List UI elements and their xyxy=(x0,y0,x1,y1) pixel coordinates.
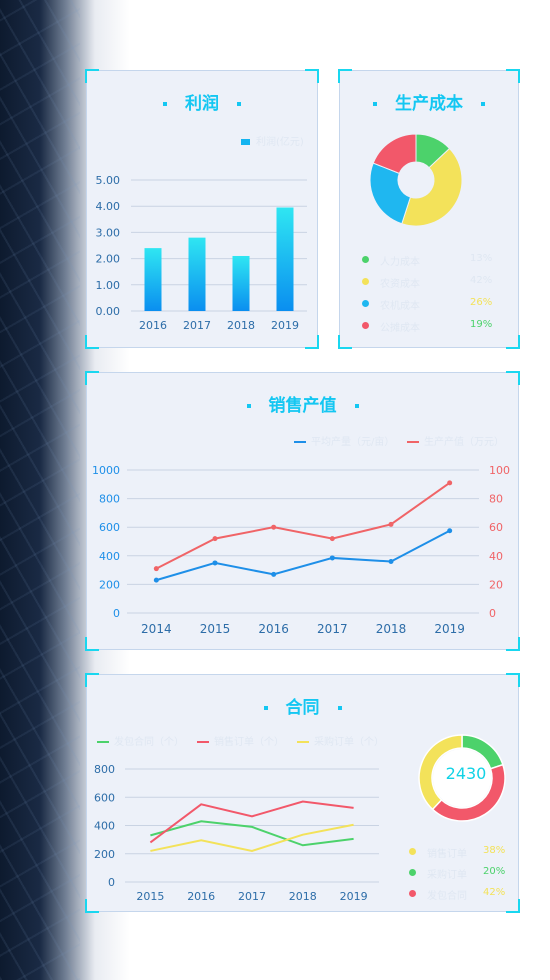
y-left-tick-label: 800 xyxy=(99,493,120,506)
contract-label: 采购订单 xyxy=(427,870,467,881)
y-right-tick-label: 40 xyxy=(489,550,503,563)
cost-percent: 42% xyxy=(470,275,493,286)
donut-total: 2430 xyxy=(445,764,487,783)
x-tick-label: 2017 xyxy=(238,890,266,903)
y-tick-label: 5.00 xyxy=(96,174,121,187)
corner-decoration xyxy=(506,69,520,83)
y-tick-label: 3.00 xyxy=(96,226,121,239)
data-point xyxy=(447,528,453,534)
x-tick-label: 2019 xyxy=(340,890,368,903)
data-point xyxy=(271,571,277,577)
contract-percent: 20% xyxy=(483,866,506,877)
x-tick-label: 2018 xyxy=(376,622,407,636)
data-point xyxy=(153,566,159,572)
legend-dot-icon xyxy=(362,300,369,307)
series-line xyxy=(149,800,354,844)
y-left-tick-label: 0 xyxy=(113,607,120,620)
y-tick-label: 4.00 xyxy=(96,200,121,213)
x-tick-label: 2018 xyxy=(227,319,255,332)
contract-percent: 42% xyxy=(483,887,506,898)
data-point xyxy=(388,521,394,527)
y-left-tick-label: 1000 xyxy=(92,464,120,477)
y-right-tick-label: 60 xyxy=(489,521,503,534)
x-tick-label: 2016 xyxy=(258,622,289,636)
cost-percent: 26% xyxy=(470,297,493,308)
data-point xyxy=(153,577,159,583)
contract-label: 发包合同 xyxy=(427,891,467,902)
x-tick-label: 2016 xyxy=(139,319,167,332)
x-tick-label: 2018 xyxy=(289,890,317,903)
corner-decoration xyxy=(506,899,520,913)
y-tick-label: 200 xyxy=(94,848,115,861)
bar xyxy=(232,255,250,311)
x-tick-label: 2016 xyxy=(187,890,215,903)
cost-percent: 19% xyxy=(470,319,493,330)
y-tick-label: 800 xyxy=(94,763,115,776)
data-point xyxy=(447,480,453,486)
panel-title: 生产成本 xyxy=(340,89,518,114)
data-point xyxy=(212,560,218,566)
title-dot-icon xyxy=(481,102,485,106)
series-line xyxy=(150,820,354,847)
y-right-tick-label: 80 xyxy=(489,493,503,506)
y-tick-label: 600 xyxy=(94,791,115,804)
y-tick-label: 2.00 xyxy=(96,253,121,266)
x-tick-label: 2017 xyxy=(183,319,211,332)
cost-panel: 生产成本 人力成本 13% 农资成本 42% 农机成本 26% 公摊成本 19% xyxy=(338,69,520,349)
data-point xyxy=(329,555,335,561)
y-tick-label: 400 xyxy=(94,820,115,833)
x-tick-label: 2019 xyxy=(271,319,299,332)
series-line xyxy=(150,823,354,852)
profit-bar-chart: 0.00 1.00 2.00 3.00 4.00 5.00 2016 2017 2018 2019 xyxy=(96,174,307,332)
y-left-tick-label: 600 xyxy=(99,521,120,534)
data-point xyxy=(212,536,218,542)
cost-label: 农资成本 xyxy=(380,279,420,290)
background-map xyxy=(0,0,80,980)
x-tick-label: 2014 xyxy=(141,622,172,636)
corner-decoration xyxy=(338,335,352,349)
title-dot-icon xyxy=(373,102,377,106)
sales-panel: 销售产值 平均产量（元/亩） 生产产值（万元） 0 0 200 20 400 40 600 6… xyxy=(85,371,520,651)
legend-dot-icon xyxy=(362,322,369,329)
cost-title: 生产成本 xyxy=(395,94,463,114)
y-tick-label: 0.00 xyxy=(96,305,121,318)
y-tick-label: 0 xyxy=(108,876,115,889)
cost-pie-chart xyxy=(369,133,463,227)
bar xyxy=(188,237,206,311)
x-tick-label: 2019 xyxy=(434,622,465,636)
y-right-tick-label: 20 xyxy=(489,578,503,591)
cost-label: 农机成本 xyxy=(380,301,420,312)
cost-label: 公摊成本 xyxy=(380,323,420,334)
data-point xyxy=(271,524,277,530)
legend-dot-icon xyxy=(362,278,369,285)
y-right-tick-label: 100 xyxy=(489,464,510,477)
corner-decoration xyxy=(506,335,520,349)
contract-panel: 合同 发包合同（个） 销售订单（个） 采购订单（个） 0 200 400 600 800… xyxy=(85,673,520,913)
data-point xyxy=(388,559,394,565)
bar xyxy=(144,248,162,311)
y-tick-label: 1.00 xyxy=(96,279,121,292)
y-left-tick-label: 400 xyxy=(99,550,120,563)
cost-percent: 13% xyxy=(470,253,493,264)
data-point xyxy=(329,536,335,542)
contract-line-chart: 0 200 400 600 800 2015 2016 2017 2018 2019 xyxy=(94,763,379,903)
legend-dot-icon xyxy=(409,848,416,855)
legend-dot-icon xyxy=(362,256,369,263)
corner-decoration xyxy=(338,69,352,83)
contract-percent: 38% xyxy=(483,845,506,856)
contract-label: 销售订单 xyxy=(427,849,467,860)
corner-decoration xyxy=(506,673,520,687)
cost-label: 人力成本 xyxy=(380,257,420,268)
x-tick-label: 2015 xyxy=(200,622,231,636)
pie-slice xyxy=(369,162,412,225)
sales-line-chart: 0 0 200 20 400 40 600 60 800 80 1000 100 2014 2015 201… xyxy=(92,464,510,636)
x-tick-label: 2015 xyxy=(136,890,164,903)
legend-dot-icon xyxy=(409,869,416,876)
profit-panel: 利润 利润(亿元) 0.00 1.00 2.00 3.00 4.00 5.00 2016 20… xyxy=(85,69,319,349)
y-left-tick-label: 200 xyxy=(99,578,120,591)
y-right-tick-label: 0 xyxy=(489,607,496,620)
legend-dot-icon xyxy=(409,890,416,897)
x-tick-label: 2017 xyxy=(317,622,348,636)
bar xyxy=(276,207,294,311)
